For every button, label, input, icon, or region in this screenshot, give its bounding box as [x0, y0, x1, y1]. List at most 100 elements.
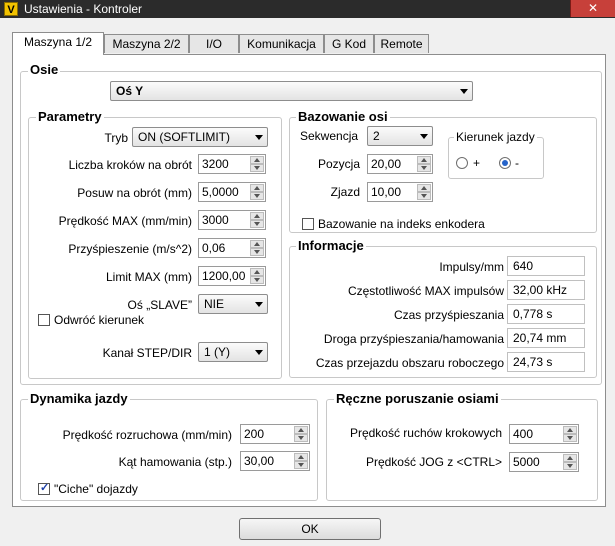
axis-select-value: Oś Y [116, 84, 144, 98]
window-title: Ustawienia - Kontroler [24, 2, 143, 16]
spin-up-icon[interactable] [250, 184, 264, 192]
tab-maszyna-1-2[interactable]: Maszyna 1/2 [12, 32, 104, 55]
kroki-stepper[interactable]: 3200 [198, 154, 266, 174]
kat-stepper[interactable]: 30,00 [240, 451, 310, 471]
spin-down-icon[interactable] [250, 220, 264, 228]
krokowe-stepper[interactable]: 400 [509, 424, 579, 444]
enkoder-label: Bazowanie na indeks enkodera [318, 217, 485, 231]
limit-label: Limit MAX (mm) [106, 270, 192, 284]
sekwencja-label: Sekwencja [300, 129, 359, 143]
zjazd-value: 10,00 [371, 185, 402, 199]
zjazd-stepper[interactable]: 10,00 [367, 182, 433, 202]
tab-komunikacja[interactable]: Komunikacja [239, 34, 324, 53]
reczne-group [326, 399, 598, 501]
kierunek-minus-radio[interactable] [499, 157, 511, 169]
spin-up-icon[interactable] [250, 268, 264, 276]
radio-selected-dot [502, 160, 508, 166]
info-value: 0,778 s [507, 304, 585, 324]
chevron-down-icon [420, 134, 428, 139]
spin-up-icon[interactable] [250, 212, 264, 220]
jog-stepper[interactable]: 5000 [509, 452, 579, 472]
tab-remote[interactable]: Remote [374, 34, 429, 53]
rozruch-stepper[interactable]: 200 [240, 424, 310, 444]
spin-up-icon[interactable] [250, 156, 264, 164]
odwroc-checkbox[interactable] [38, 314, 50, 326]
zjazd-label: Zjazd [330, 185, 360, 199]
info-label: Czas przejazdu obszaru roboczego [315, 356, 504, 370]
pozycja-value: 20,00 [371, 157, 402, 171]
predkosc-value: 3000 [202, 213, 229, 227]
title-bar[interactable]: V Ustawienia - Kontroler ✕ [0, 0, 615, 18]
spin-up-icon[interactable] [563, 426, 577, 434]
tryb-label: Tryb [104, 131, 128, 145]
kat-value: 30,00 [244, 454, 275, 468]
close-button[interactable]: ✕ [570, 0, 615, 17]
kierunek-plus-radio[interactable] [456, 157, 468, 169]
tryb-select[interactable]: ON (SOFTLIMIT) [132, 127, 268, 147]
spin-up-icon[interactable] [417, 184, 431, 192]
spin-up-icon[interactable] [250, 240, 264, 248]
check-icon: ✓ [40, 482, 50, 494]
posuw-label: Posuw na obrót (mm) [77, 186, 192, 200]
spin-down-icon[interactable] [417, 192, 431, 200]
spin-down-icon[interactable] [294, 434, 308, 442]
spin-down-icon[interactable] [250, 192, 264, 200]
ciche-checkbox[interactable]: ✓ [38, 482, 50, 495]
przysp-label: Przyśpieszenie (m/s^2) [68, 242, 192, 256]
spin-down-icon[interactable] [563, 434, 577, 442]
dynamika-title: Dynamika jazdy [28, 391, 130, 406]
app-logo-icon: V [4, 2, 18, 16]
enkoder-checkbox[interactable] [302, 218, 314, 230]
rozruch-value: 200 [244, 427, 265, 441]
ok-button[interactable]: OK [239, 518, 381, 540]
spin-up-icon[interactable] [294, 426, 308, 434]
chevron-down-icon [255, 350, 263, 355]
reczne-title: Ręczne poruszanie osiami [334, 391, 501, 406]
kroki-label: Liczba kroków na obrót [68, 158, 192, 172]
axis-select[interactable]: Oś Y [110, 81, 473, 101]
info-value: 20,74 mm [507, 328, 585, 348]
limit-stepper[interactable]: 1200,00 [198, 266, 266, 286]
spin-down-icon[interactable] [250, 248, 264, 256]
kierunek-plus-label: + [473, 156, 481, 170]
kanal-select[interactable]: 1 (Y) [198, 342, 268, 362]
rozruch-label: Prędkość rozruchowa (mm/min) [62, 428, 232, 442]
tab-maszyna-2-2[interactable]: Maszyna 2/2 [104, 34, 189, 53]
info-label: Częstotliwość MAX impulsów [347, 284, 504, 298]
spin-down-icon[interactable] [250, 164, 264, 172]
info-value: 32,00 kHz [507, 280, 585, 300]
spin-down-icon[interactable] [563, 462, 577, 470]
tab-g-kod[interactable]: G Kod [324, 34, 374, 53]
spin-down-icon[interactable] [417, 164, 431, 172]
spin-up-icon[interactable] [563, 454, 577, 462]
spin-up-icon[interactable] [294, 453, 308, 461]
info-value: 640 [507, 256, 585, 276]
kat-label: Kąt hamowania (stp.) [118, 455, 232, 469]
krokowe-label: Prędkość ruchów krokowych [349, 426, 502, 440]
spin-down-icon[interactable] [294, 461, 308, 469]
slave-select[interactable]: NIE [198, 294, 268, 314]
kierunek-title: Kierunek jazdy [454, 130, 537, 144]
close-icon: ✕ [587, 1, 599, 15]
przysp-value: 0,06 [202, 241, 226, 255]
kanal-select-value: 1 (Y) [204, 345, 231, 359]
spin-down-icon[interactable] [250, 276, 264, 284]
przysp-stepper[interactable]: 0,06 [198, 238, 266, 258]
pozycja-stepper[interactable]: 20,00 [367, 154, 433, 174]
ciche-label: "Ciche" dojazdy [54, 482, 138, 496]
odwroc-label: Odwróć kierunek [54, 313, 145, 327]
chevron-down-icon [255, 135, 263, 140]
tab-io[interactable]: I/O [189, 34, 239, 53]
kierunek-minus-label: - [515, 156, 519, 170]
predkosc-label: Prędkość MAX (mm/min) [58, 214, 192, 228]
tryb-select-value: ON (SOFTLIMIT) [138, 130, 230, 144]
info-label: Droga przyśpieszania/hamowania [323, 332, 504, 346]
sekwencja-select-value: 2 [373, 129, 380, 143]
predkosc-stepper[interactable]: 3000 [198, 210, 266, 230]
posuw-value: 5,0000 [202, 185, 239, 199]
sekwencja-select[interactable]: 2 [367, 126, 433, 146]
posuw-stepper[interactable]: 5,0000 [198, 182, 266, 202]
jog-value: 5000 [513, 455, 540, 469]
spin-up-icon[interactable] [417, 156, 431, 164]
kroki-value: 3200 [202, 157, 229, 171]
